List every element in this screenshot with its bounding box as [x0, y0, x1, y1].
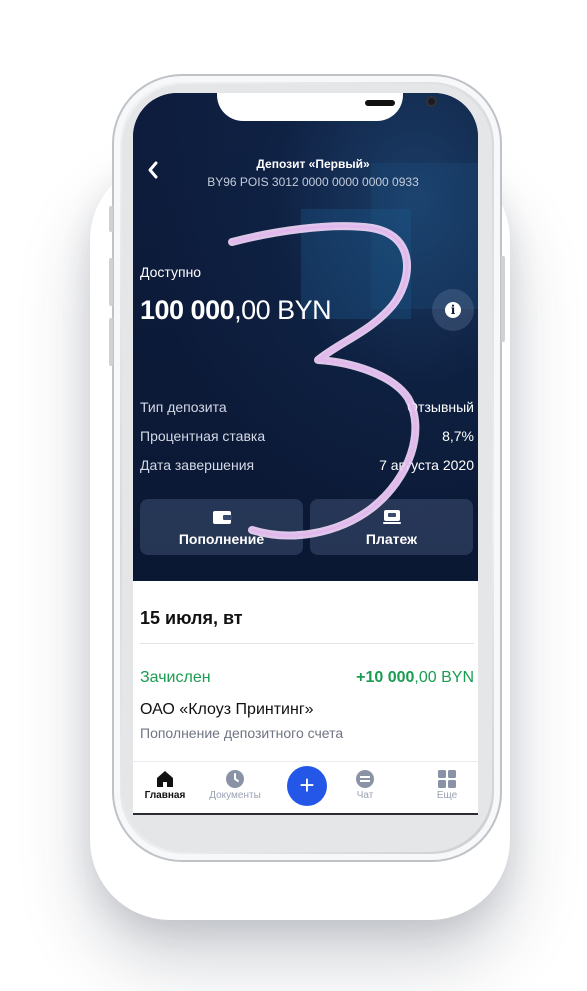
detail-row-rate: Процентная ставка 8,7%: [140, 428, 474, 448]
info-button[interactable]: i: [432, 289, 474, 331]
clock-icon: [226, 770, 244, 788]
info-icon: i: [445, 302, 461, 318]
transaction-status: Зачислен: [140, 669, 211, 686]
tab-more[interactable]: Еще: [417, 768, 477, 801]
payment-icon: [383, 510, 401, 524]
tab-home[interactable]: Главная: [135, 768, 195, 801]
tab-label: Документы: [209, 790, 261, 801]
transaction-amount: +10 000,00 BYN: [356, 669, 474, 686]
wallet-icon: [213, 511, 232, 524]
detail-value: 7 августа 2020: [379, 457, 474, 473]
detail-row-type: Тип депозита Отзывный: [140, 399, 474, 419]
side-button: [501, 256, 505, 342]
available-amount: 100 000,00 BYN: [140, 295, 332, 325]
topup-label: Пополнение: [178, 531, 265, 547]
chat-icon: [356, 770, 374, 788]
detail-value: Отзывный: [407, 399, 474, 415]
detail-label: Процентная ставка: [140, 428, 266, 444]
side-button: [109, 318, 113, 366]
tab-label: Главная: [144, 790, 186, 801]
tab-chat[interactable]: Чат: [335, 768, 395, 801]
available-label: Доступно: [140, 264, 202, 280]
transaction-counterparty: ОАО «Клоуз Принтинг»: [140, 701, 314, 718]
tab-label: Чат: [356, 790, 374, 801]
tab-label: Еще: [436, 790, 458, 801]
screen-edge: [133, 813, 478, 815]
camera: [426, 96, 437, 107]
back-icon[interactable]: [145, 159, 161, 181]
notch: [217, 93, 437, 121]
detail-value: 8,7%: [442, 428, 474, 444]
side-button: [109, 206, 113, 232]
speaker: [365, 100, 395, 106]
deposit-title: Депозит «Первый»: [256, 157, 370, 171]
divider: [140, 643, 474, 644]
add-button[interactable]: +: [287, 766, 327, 806]
phone-screen: Депозит «Первый» BY96 POIS 3012 0000 000…: [133, 93, 478, 813]
payment-button[interactable]: Платеж: [310, 499, 473, 555]
transaction-description: Пополнение депозитного счета: [140, 725, 344, 741]
detail-row-end-date: Дата завершения 7 августа 2020: [140, 457, 474, 477]
detail-label: Тип депозита: [140, 399, 227, 415]
transactions-date: 15 июля, вт: [140, 608, 243, 628]
payment-label: Платеж: [365, 531, 418, 547]
home-icon: [157, 771, 173, 787]
side-button: [109, 258, 113, 306]
tab-documents[interactable]: Документы: [205, 768, 265, 801]
detail-label: Дата завершения: [140, 457, 255, 473]
grid-icon: [438, 770, 456, 788]
account-number: BY96 POIS 3012 0000 0000 0000 0933: [207, 175, 419, 189]
topup-button[interactable]: Пополнение: [140, 499, 303, 555]
